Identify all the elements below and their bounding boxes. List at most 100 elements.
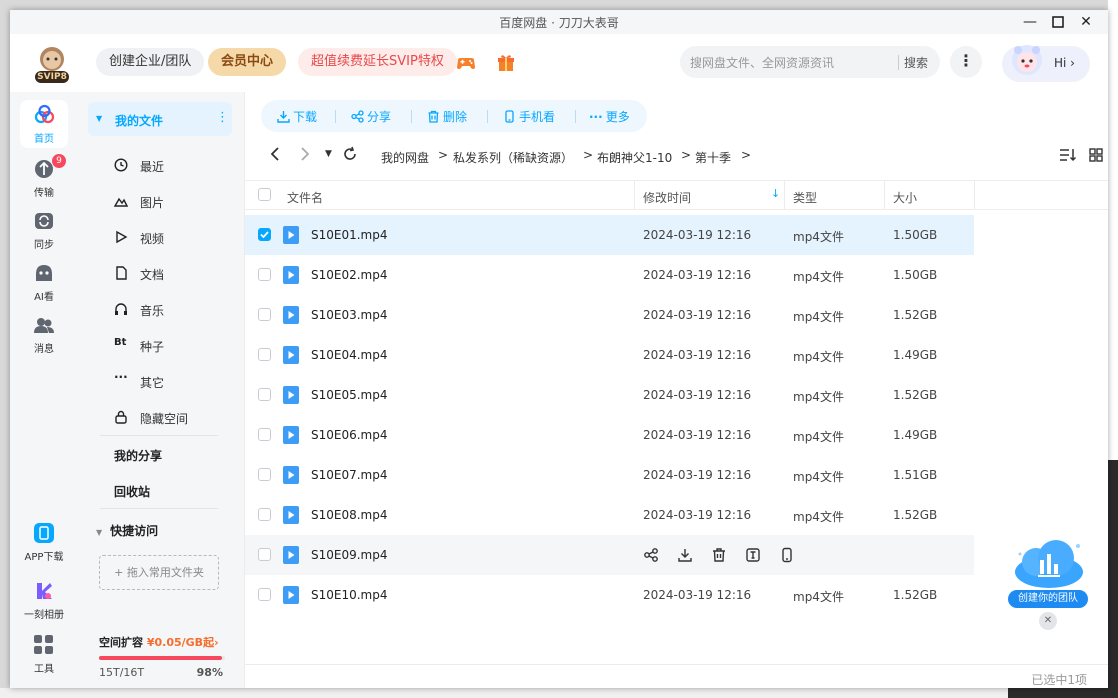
svip-promo-button[interactable]: 超值续费延长SVIP特权: [298, 48, 457, 76]
close-widget-icon[interactable]: ✕: [1039, 612, 1057, 630]
close-icon[interactable]: ✕: [1076, 12, 1096, 32]
row-rename-icon[interactable]: [745, 547, 761, 563]
breadcrumb-root[interactable]: 我的网盘: [381, 149, 429, 166]
row-checkbox[interactable]: [258, 308, 271, 321]
column-header-type[interactable]: 类型: [793, 189, 817, 206]
select-all-checkbox[interactable]: [258, 188, 271, 201]
row-checkbox[interactable]: [258, 548, 271, 561]
back-arrow-icon[interactable]: [269, 146, 281, 166]
nav-label-documents: 文档: [140, 268, 165, 282]
file-name[interactable]: S10E06.mp4: [311, 428, 388, 442]
create-team-widget[interactable]: 创建你的团队: [1006, 534, 1092, 614]
rail-item-sync[interactable]: 同步: [20, 206, 68, 254]
file-name[interactable]: S10E08.mp4: [311, 508, 388, 522]
column-header-name[interactable]: 文件名: [287, 189, 323, 206]
forward-arrow-icon[interactable]: [299, 146, 311, 166]
more-actions-button[interactable]: ··· 更多: [589, 108, 630, 125]
row-phone-icon[interactable]: [779, 547, 795, 563]
image-icon: [113, 194, 129, 208]
history-dropdown-icon[interactable]: ▼: [325, 149, 332, 159]
row-checkbox[interactable]: [258, 268, 271, 281]
grid-view-icon[interactable]: [1089, 148, 1103, 166]
search-button[interactable]: 搜索: [904, 54, 928, 71]
download-button[interactable]: 下载: [277, 108, 317, 125]
row-checkbox[interactable]: [258, 468, 271, 481]
file-name[interactable]: S10E05.mp4: [311, 388, 388, 402]
row-checkbox[interactable]: [258, 428, 271, 441]
message-icon: [33, 314, 55, 336]
table-row[interactable]: S10E08.mp4 2024-03-19 12:16 mp4文件 1.52GB: [245, 495, 974, 535]
file-name[interactable]: S10E07.mp4: [311, 468, 388, 482]
create-team-button[interactable]: 创建企业/团队: [96, 48, 205, 76]
game-controller-icon[interactable]: [455, 52, 477, 74]
table-row[interactable]: S10E09.mp4: [245, 535, 974, 575]
phone-view-button[interactable]: 手机看: [503, 108, 555, 125]
row-share-icon[interactable]: [643, 547, 659, 563]
row-checkbox[interactable]: [258, 228, 271, 241]
rail-item-home[interactable]: 首页: [20, 100, 68, 148]
kebab-menu-icon[interactable]: ⋮: [216, 110, 229, 125]
rail-item-message[interactable]: 消息: [20, 310, 68, 358]
storage-panel[interactable]: 空间扩容 ¥0.05/GB起› 15T/16T 98%: [99, 634, 225, 680]
table-row[interactable]: S10E06.mp4 2024-03-19 12:16 mp4文件 1.49GB: [245, 415, 974, 455]
table-row[interactable]: S10E07.mp4 2024-03-19 12:16 mp4文件 1.51GB: [245, 455, 974, 495]
search-box[interactable]: 搜网盘文件、全网资源资讯 搜索: [680, 46, 940, 78]
rail-item-app-download[interactable]: APP下载: [20, 518, 68, 566]
home-icon: [33, 104, 55, 126]
table-row[interactable]: S10E05.mp4 2024-03-19 12:16 mp4文件 1.52GB: [245, 375, 974, 415]
nav-my-files[interactable]: ▼ 我的文件 ⋮: [88, 102, 232, 136]
row-checkbox[interactable]: [258, 508, 271, 521]
table-row[interactable]: S10E03.mp4 2024-03-19 12:16 mp4文件 1.52GB: [245, 295, 974, 335]
table-row[interactable]: S10E04.mp4 2024-03-19 12:16 mp4文件 1.49GB: [245, 335, 974, 375]
quick-access-drop-zone[interactable]: + 拖入常用文件夹: [99, 555, 219, 590]
nav-quick-access[interactable]: ▼ 快捷访问: [96, 522, 158, 539]
file-name[interactable]: S10E01.mp4: [311, 228, 388, 242]
maximize-icon[interactable]: [1048, 12, 1068, 32]
file-name[interactable]: S10E09.mp4: [311, 548, 388, 562]
table-row[interactable]: S10E10.mp4 2024-03-19 12:16 mp4文件 1.52GB: [245, 575, 974, 615]
rail-item-ai[interactable]: AI看: [20, 258, 68, 306]
breadcrumb-item[interactable]: 私发系列（稀缺资源）: [453, 149, 573, 166]
rail-item-tools[interactable]: 工具: [20, 630, 68, 678]
refresh-icon[interactable]: [343, 146, 357, 166]
search-input[interactable]: 搜网盘文件、全网资源资讯: [690, 54, 834, 71]
rail-item-album[interactable]: 一刻相册: [20, 576, 68, 624]
rail-label-message: 消息: [34, 344, 54, 355]
file-name[interactable]: S10E10.mp4: [311, 588, 388, 602]
table-row[interactable]: S10E02.mp4 2024-03-19 12:16 mp4文件 1.50GB: [245, 255, 974, 295]
user-avatar[interactable]: SVIP8: [32, 44, 72, 84]
file-name[interactable]: S10E02.mp4: [311, 268, 388, 282]
app-window: 百度网盘 · 刀刀大表哥 — ✕ SVIP8 创建企业/团队 会员中心 超值续费…: [10, 10, 1108, 688]
breadcrumb-current[interactable]: 第十季: [695, 149, 731, 166]
video-icon: [114, 230, 128, 244]
more-menu-button[interactable]: ⋮: [950, 46, 982, 78]
video-file-icon: [283, 586, 299, 604]
delete-button[interactable]: 删除: [427, 108, 467, 125]
row-checkbox[interactable]: [258, 348, 271, 361]
more-actions-label: 更多: [605, 110, 630, 124]
storage-upgrade[interactable]: 空间扩容 ¥0.05/GB起›: [99, 634, 225, 650]
member-center-button[interactable]: 会员中心: [208, 48, 287, 76]
column-header-size[interactable]: 大小: [893, 189, 917, 206]
music-icon: [114, 302, 128, 316]
cloud-chart-icon: [1015, 540, 1083, 588]
hi-assistant-button[interactable]: Hi ›: [1002, 45, 1090, 82]
table-row[interactable]: S10E01.mp4 2024-03-19 12:16 mp4文件 1.50GB: [245, 215, 974, 255]
row-checkbox[interactable]: [258, 588, 271, 601]
row-download-icon[interactable]: [677, 547, 693, 563]
breadcrumb-item[interactable]: 布朗神父1-10: [597, 149, 672, 166]
column-header-time[interactable]: 修改时间: [643, 189, 691, 206]
rail-item-transfer[interactable]: 9 传输: [20, 154, 68, 202]
file-name[interactable]: S10E04.mp4: [311, 348, 388, 362]
mobile-icon: [505, 110, 514, 123]
row-checkbox[interactable]: [258, 388, 271, 401]
file-name[interactable]: S10E03.mp4: [311, 308, 388, 322]
share-button[interactable]: 分享: [351, 108, 391, 125]
gift-icon[interactable]: [495, 52, 517, 74]
nav-item-my-share[interactable]: 我的分享: [114, 447, 162, 464]
nav-item-recycle[interactable]: 回收站: [114, 483, 150, 500]
sort-icon[interactable]: [1059, 148, 1077, 166]
row-delete-icon[interactable]: [711, 547, 727, 563]
minimize-icon[interactable]: —: [1020, 12, 1040, 32]
sort-desc-icon[interactable]: ↓: [771, 187, 780, 200]
